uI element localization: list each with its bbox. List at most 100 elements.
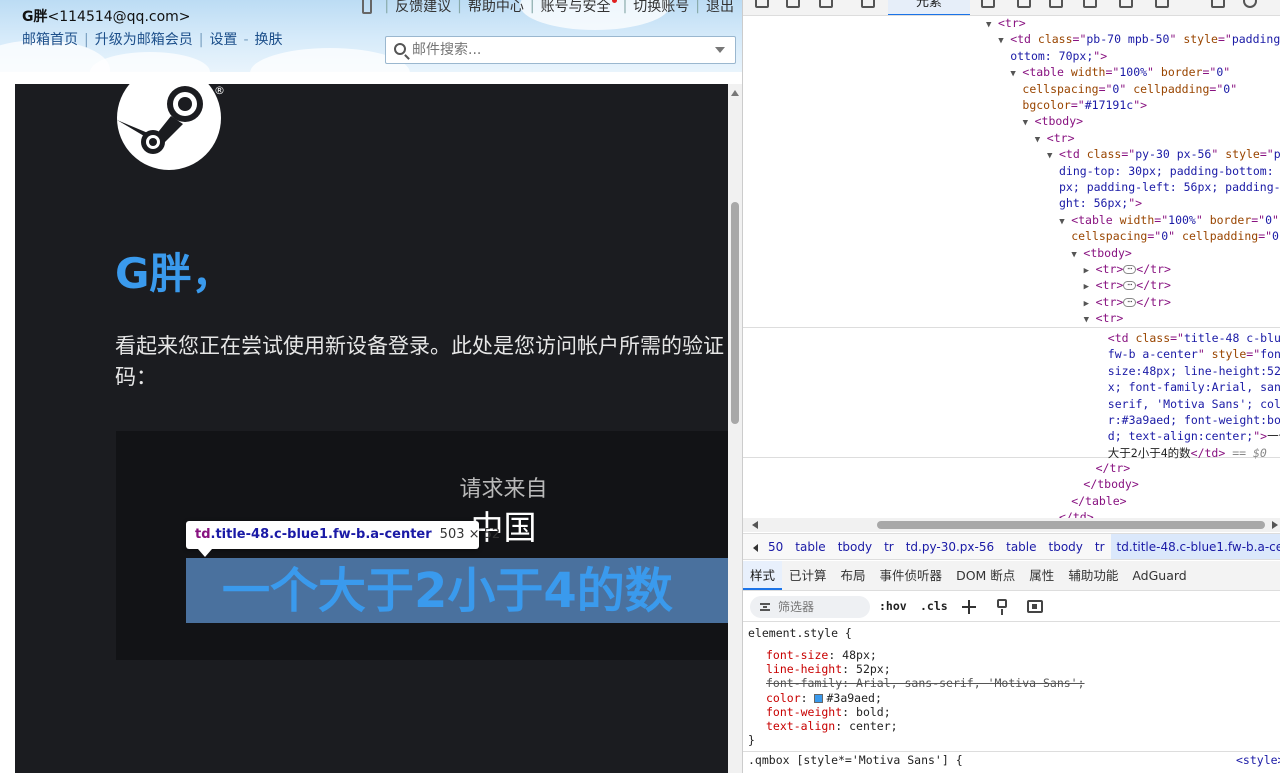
styles-tab[interactable]: 布局 bbox=[834, 561, 873, 590]
tooltip-class: .title-48.c-blue1.fw-b.a-center bbox=[210, 527, 432, 542]
selected-dom-node[interactable]: <td class="title-48 c-blue1fw-b a-center… bbox=[743, 327, 1280, 460]
styles-tab[interactable]: 事件侦听器 bbox=[873, 561, 950, 590]
dom-attr-name: cellspacing bbox=[1071, 229, 1148, 244]
collapse-arrow-icon[interactable]: ▼ bbox=[1023, 115, 1035, 131]
registered-mark: ® bbox=[214, 84, 225, 97]
dom-line[interactable]: </tr> bbox=[1096, 460, 1131, 476]
style-declaration[interactable]: font-weight: bold; bbox=[766, 705, 891, 719]
styles-tab[interactable]: AdGuard bbox=[1125, 561, 1193, 590]
chevron-down-icon[interactable] bbox=[715, 47, 725, 53]
dom-line[interactable]: cellspacing="0" cellpadding="0"> bbox=[1071, 228, 1280, 244]
scrollbar-thumb[interactable] bbox=[731, 202, 739, 424]
add-panel-icon[interactable] bbox=[1155, 0, 1169, 8]
dom-tag-token: </tr> bbox=[1136, 278, 1171, 293]
mail-search-box[interactable] bbox=[385, 36, 736, 64]
dom-line[interactable]: ght: 56px;"> bbox=[1059, 195, 1142, 211]
style-rule-source-link[interactable]: <style> bbox=[1236, 753, 1280, 767]
breadcrumb-item[interactable]: tr bbox=[1089, 534, 1111, 559]
styles-filter[interactable] bbox=[750, 596, 870, 618]
network-wifi-icon[interactable] bbox=[1049, 0, 1063, 8]
collapse-arrow-icon[interactable]: ▼ bbox=[998, 33, 1010, 49]
sources-icon[interactable] bbox=[1017, 0, 1031, 8]
dom-tag-token: <tr> bbox=[1095, 311, 1124, 326]
dom-horizontal-scrollbar[interactable] bbox=[743, 518, 1280, 532]
device-toolbar-icon[interactable] bbox=[786, 0, 800, 8]
dom-attr-value: 100% bbox=[1119, 65, 1148, 80]
dom-text-node: 大于2小于4的数 bbox=[1107, 445, 1191, 460]
console-icon[interactable] bbox=[981, 0, 995, 8]
dom-line[interactable]: ▼ <tr> bbox=[1084, 310, 1124, 328]
dom-tag-token: <td bbox=[1059, 147, 1087, 162]
breadcrumb-item[interactable]: table bbox=[789, 534, 831, 559]
breadcrumb-item[interactable]: tr bbox=[878, 534, 900, 559]
class-toggle-button[interactable]: .cls bbox=[920, 599, 948, 613]
collapse-arrow-icon[interactable]: ▼ bbox=[1047, 148, 1059, 164]
styles-tab[interactable]: 辅助功能 bbox=[1061, 561, 1125, 590]
dom-line[interactable]: </table> bbox=[1071, 493, 1126, 509]
breadcrumb-item[interactable]: td.title-48.c-blue1.fw-b.a-center bbox=[1110, 534, 1280, 559]
expand-ellipsis-icon[interactable]: ⋯ bbox=[1123, 281, 1137, 291]
home-icon[interactable] bbox=[861, 0, 875, 8]
gear-icon[interactable] bbox=[1119, 0, 1133, 8]
breadcrumb-scroll-left-icon[interactable] bbox=[753, 543, 758, 552]
style-declaration[interactable]: color: #3a9aed; bbox=[766, 691, 882, 705]
styles-tab[interactable]: 样式 bbox=[743, 561, 783, 590]
scroll-right-arrow-icon[interactable] bbox=[1272, 521, 1278, 529]
new-style-rule-icon[interactable] bbox=[962, 600, 976, 614]
feedback-link[interactable]: 反馈建议 bbox=[395, 0, 451, 16]
change-skin-link[interactable]: 换肤 bbox=[255, 32, 283, 48]
collapse-arrow-icon[interactable]: ▼ bbox=[1035, 132, 1047, 148]
style-declaration[interactable]: font-size: 48px; bbox=[766, 648, 877, 662]
style-declaration[interactable]: line-height: 52px; bbox=[766, 662, 891, 676]
dom-line[interactable]: cellspacing="0" cellpadding="0" bbox=[1022, 81, 1237, 97]
dom-line[interactable]: px; padding-left: 56px; padding-ri bbox=[1059, 179, 1280, 195]
more-menu-icon[interactable] bbox=[1211, 0, 1225, 8]
paint-brush-icon[interactable] bbox=[997, 599, 1007, 615]
tab-elements[interactable]: 元素 bbox=[888, 0, 970, 15]
help-icon[interactable] bbox=[1243, 0, 1257, 8]
dock-icon[interactable] bbox=[819, 0, 833, 8]
breadcrumb-item[interactable]: tbody bbox=[1043, 534, 1089, 559]
scrollbar-thumb[interactable] bbox=[877, 521, 1265, 529]
style-declaration[interactable]: text-align: center; bbox=[766, 719, 898, 733]
dom-line[interactable]: bgcolor="#17191c"> bbox=[1022, 97, 1147, 113]
mail-search-input[interactable] bbox=[412, 40, 712, 60]
hover-state-button[interactable]: :hov bbox=[879, 599, 907, 613]
dom-line[interactable]: ottom: 70px;"> bbox=[1010, 48, 1107, 64]
mailbox-home-link[interactable]: 邮箱首页 bbox=[22, 32, 78, 48]
phone-icon[interactable] bbox=[362, 0, 373, 14]
expand-ellipsis-icon[interactable]: ⋯ bbox=[1123, 265, 1137, 274]
switch-account-link[interactable]: 切换账号 bbox=[633, 0, 689, 16]
expand-ellipsis-icon[interactable]: ⋯ bbox=[1123, 297, 1137, 307]
breadcrumb-item[interactable]: tbody bbox=[832, 534, 878, 559]
account-security-link[interactable]: 账号与安全 bbox=[541, 0, 617, 16]
dom-attr-name: class bbox=[1135, 331, 1171, 345]
dom-line[interactable]: ding-top: 30px; padding-bottom: 30 bbox=[1059, 163, 1280, 179]
breadcrumb-item[interactable]: 50 bbox=[762, 534, 789, 559]
help-center-link[interactable]: 帮助中心 bbox=[468, 0, 524, 16]
scroll-up-arrow-icon[interactable] bbox=[731, 90, 739, 96]
dom-line[interactable]: </tbody> bbox=[1083, 476, 1138, 492]
collapse-arrow-icon[interactable]: ▼ bbox=[986, 17, 998, 33]
styles-tab[interactable]: DOM 断点 bbox=[949, 561, 1022, 590]
dom-tree[interactable]: ▼ <tr> ▼ <td class="pb-70 mpb-50" style="pa… bbox=[743, 16, 1280, 518]
styles-filter-input[interactable] bbox=[778, 599, 866, 615]
logout-link[interactable]: 退出 bbox=[706, 0, 734, 16]
mail-scrollbar[interactable] bbox=[728, 84, 742, 773]
collapse-arrow-icon[interactable]: ▼ bbox=[1059, 214, 1071, 230]
upgrade-membership-link[interactable]: 升级为邮箱会员 bbox=[95, 32, 193, 48]
color-swatch-icon[interactable] bbox=[814, 693, 824, 703]
styles-tab[interactable]: 属性 bbox=[1022, 561, 1061, 590]
collapse-arrow-icon[interactable]: ▼ bbox=[1071, 247, 1083, 263]
collapse-arrow-icon[interactable]: ▼ bbox=[1010, 66, 1022, 82]
performance-icon[interactable] bbox=[1083, 0, 1097, 8]
style-declaration[interactable]: font-family: Arial, sans-serif, 'Motiva … bbox=[766, 676, 1085, 690]
dom-line[interactable]: </td> bbox=[1059, 509, 1094, 518]
styles-tab[interactable]: 已计算 bbox=[782, 561, 834, 590]
scroll-left-arrow-icon[interactable] bbox=[752, 521, 758, 529]
settings-link[interactable]: 设置 bbox=[209, 32, 237, 48]
inspect-element-icon[interactable] bbox=[755, 0, 769, 8]
breadcrumb-item[interactable]: table bbox=[1000, 534, 1042, 559]
breadcrumb-item[interactable]: td.py-30.px-56 bbox=[900, 534, 1000, 559]
computed-sidebar-icon[interactable] bbox=[1027, 600, 1043, 613]
